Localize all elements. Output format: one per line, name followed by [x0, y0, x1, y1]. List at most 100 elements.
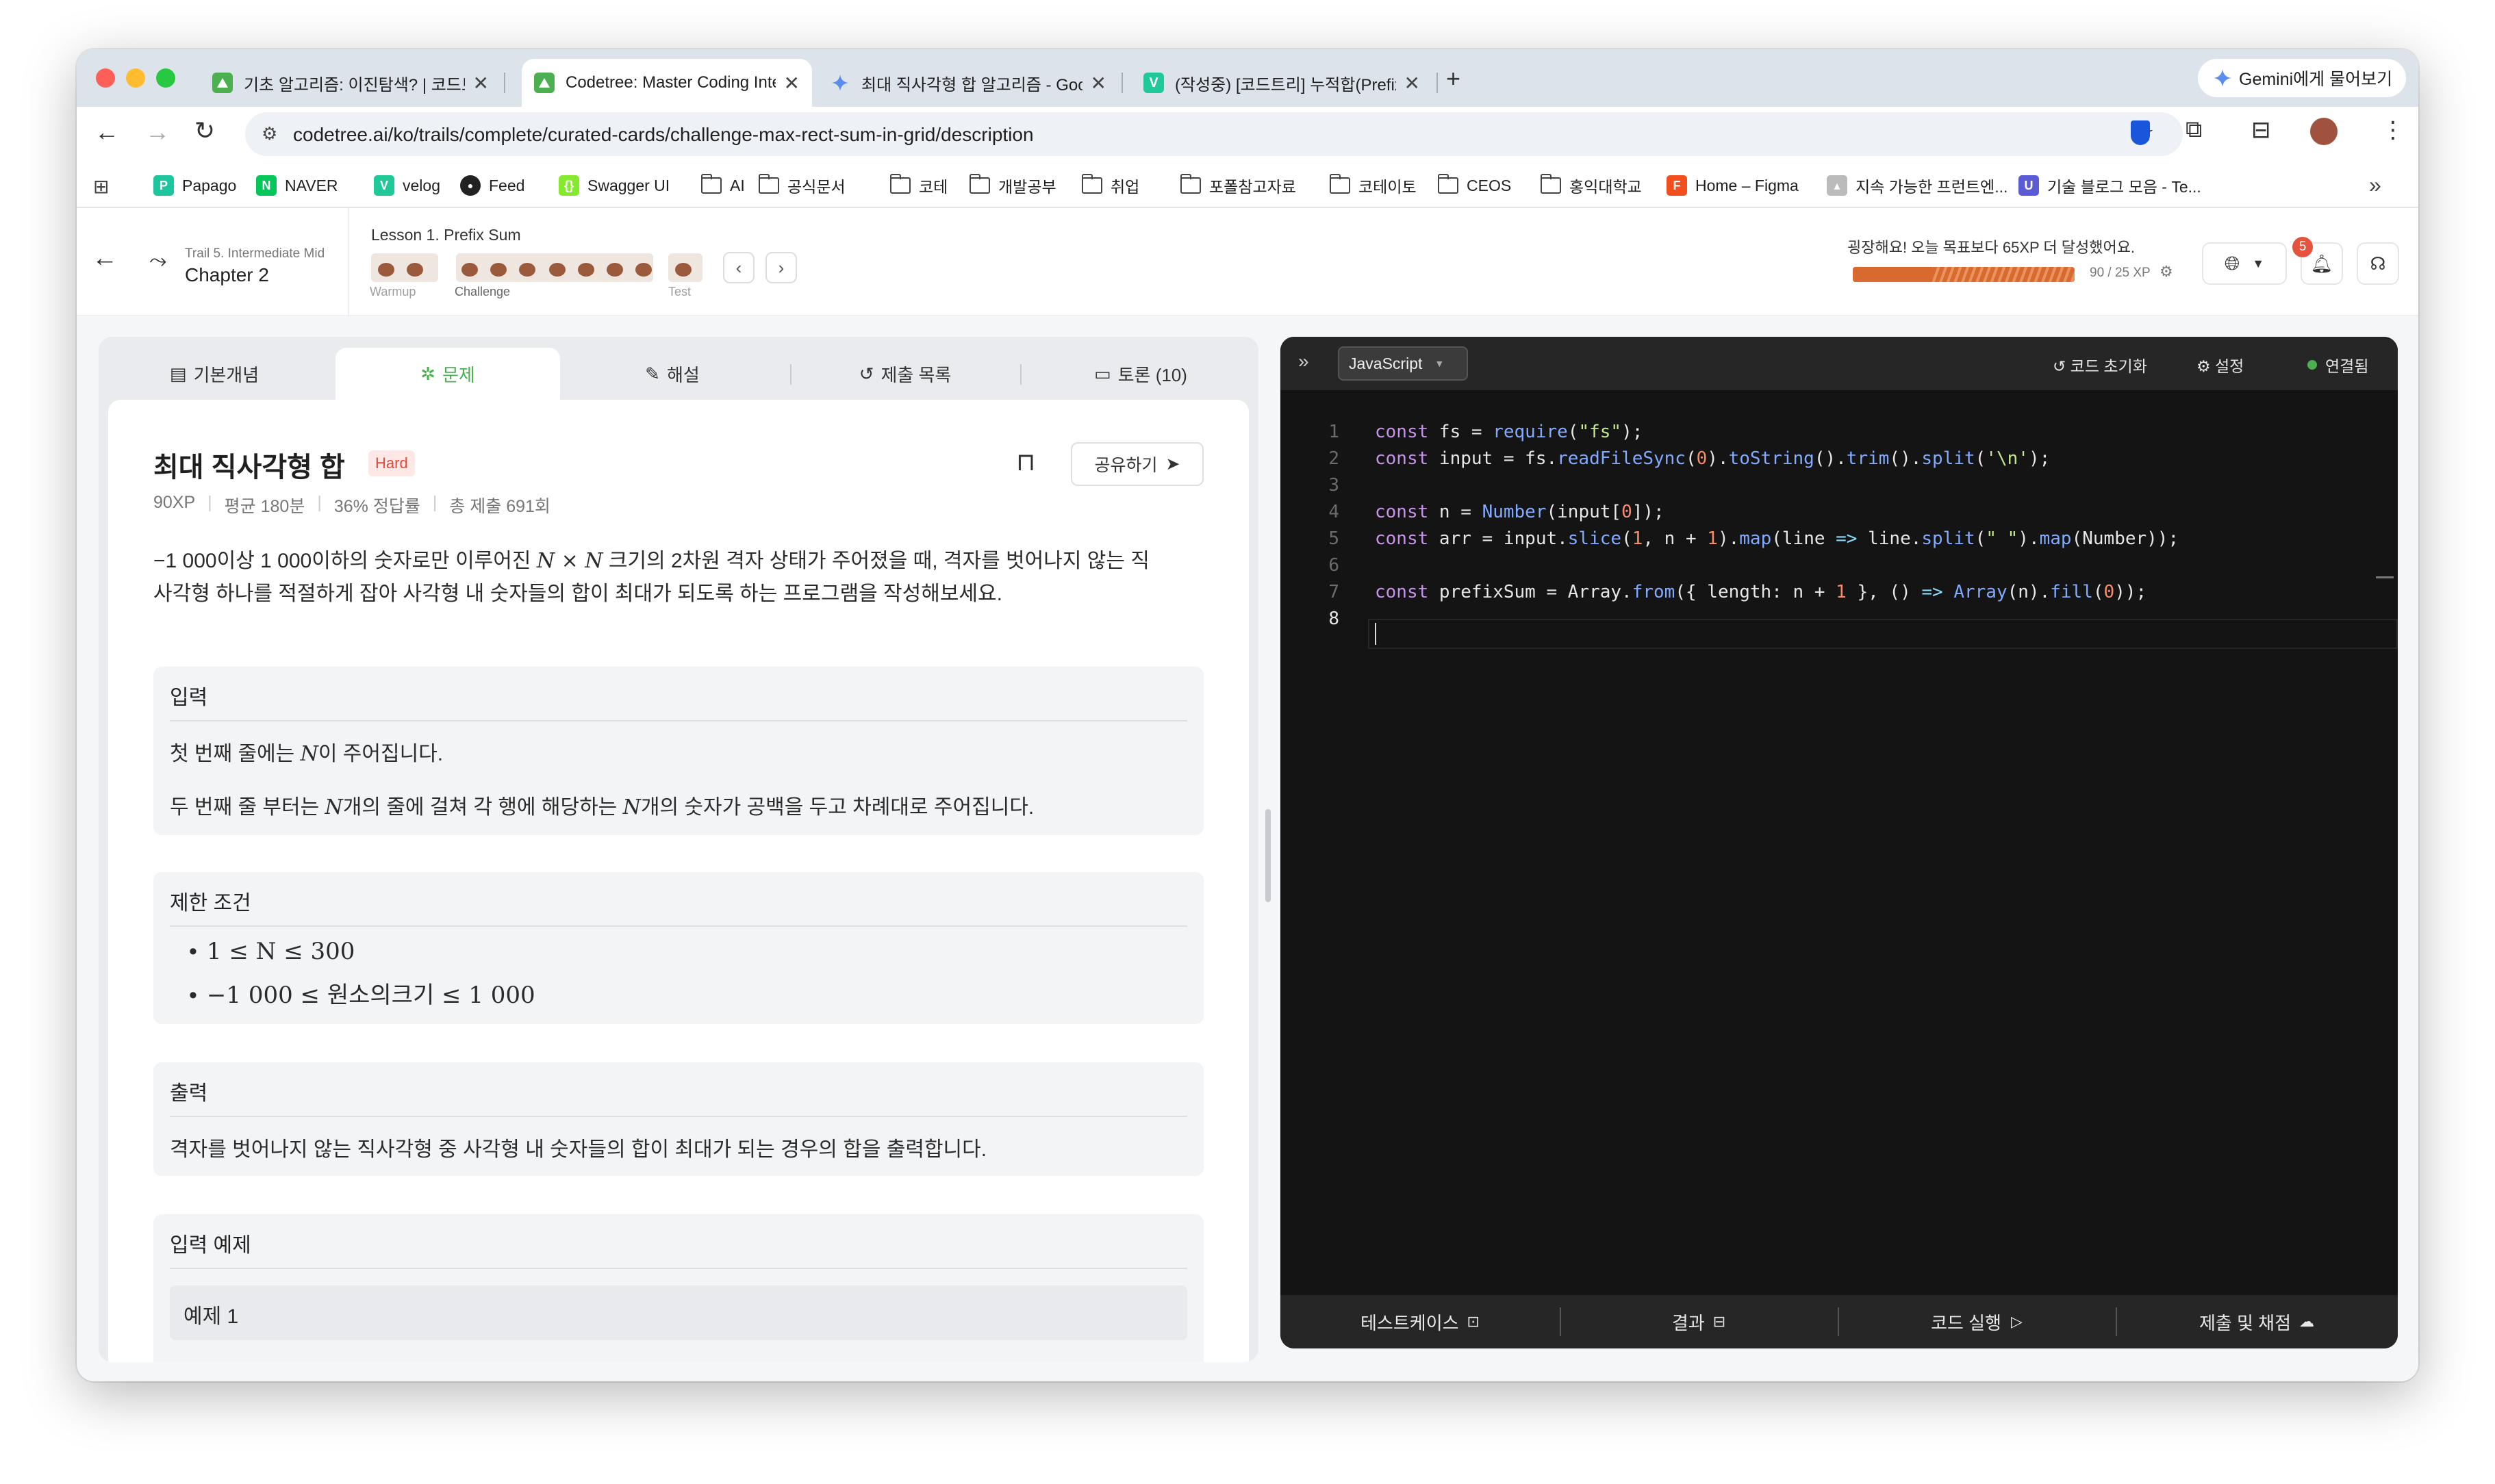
- editor-action-bar: 테스트케이스 ⊡ 결과 ⊟ 코드 실행 ▷ 제출 및 채점 ☁: [1280, 1295, 2398, 1348]
- bookmark-2[interactable]: N NAVER: [256, 174, 338, 197]
- minimize-window-button[interactable]: [126, 68, 145, 88]
- bookmark-14[interactable]: 홍익대학교: [1540, 174, 1642, 197]
- tab-problem[interactable]: ✲ 문제: [335, 348, 560, 400]
- url-text[interactable]: codetree.ai/ko/trails/complete/curated-c…: [293, 124, 1034, 146]
- close-tab-icon[interactable]: ✕: [784, 72, 800, 94]
- browser-tab-2[interactable]: Codetree: Master Coding Interviews ✕: [522, 59, 812, 107]
- reset-code-button[interactable]: ↺ 코드 초기화: [2053, 353, 2147, 376]
- tab-title: (작성중) [코드트리] 누적합(Prefix: [1175, 75, 1396, 94]
- support-button[interactable]: ☊: [2357, 242, 2399, 285]
- more-bookmarks-icon[interactable]: »: [2369, 172, 2381, 198]
- problem-meta: 90XP | 평균 180분 | 36% 정답률 | 총 제출 691회: [153, 493, 550, 516]
- bookmark-label: 포폴참고자료: [1209, 178, 1296, 196]
- bookmark-label: 취업: [1111, 178, 1140, 196]
- shield-extension-icon[interactable]: [2131, 120, 2150, 145]
- code-line[interactable]: const input = fs.readFileSync(0).toStrin…: [1375, 448, 2050, 469]
- code-line[interactable]: const n = Number(input[0]);: [1375, 502, 1664, 522]
- settings-button[interactable]: ⚙ 설정: [2196, 353, 2244, 376]
- tab-concepts[interactable]: ▤ 기본개념: [99, 348, 330, 400]
- bookmark-6[interactable]: AI: [700, 174, 745, 197]
- code-line[interactable]: const prefixSum = Array.from({ length: n…: [1375, 582, 2146, 602]
- goal-message: 굉장해요! 오늘 목표보다 65XP 더 달성했어요.: [1847, 239, 2136, 256]
- bookmark-12[interactable]: 코테이토: [1329, 174, 1417, 197]
- section-heading: 제한 조건: [170, 892, 251, 914]
- back-button[interactable]: ←: [94, 118, 119, 146]
- gemini-icon: [2214, 69, 2231, 87]
- output-section: 출력 격자를 벗어나지 않는 직사각형 중 사각형 내 숫자들의 합이 최대가 …: [153, 1062, 1204, 1176]
- cloud-upload-icon: ☁: [2299, 1313, 2315, 1330]
- line-number: 7: [1328, 582, 1339, 602]
- bookmark-16[interactable]: ▴ 지속 가능한 프런트엔...: [1827, 174, 2008, 197]
- difficulty-badge: Hard: [368, 450, 415, 476]
- browser-window: 기초 알고리즘: 이진탐색? | 코드트리 ✕ Codetree: Master…: [77, 49, 2418, 1381]
- testcase-button[interactable]: 테스트케이스 ⊡: [1280, 1295, 1560, 1348]
- bookmark-label: 지속 가능한 프런트엔...: [1856, 178, 2008, 196]
- bookmark-7[interactable]: 공식문서: [758, 174, 846, 197]
- bookmark-13[interactable]: CEOS: [1437, 174, 1511, 197]
- next-card-button[interactable]: ›: [765, 252, 797, 283]
- address-bar[interactable]: ⚙ codetree.ai/ko/trails/complete/curated…: [245, 112, 2183, 156]
- gemini-button[interactable]: Gemini에게 물어보기: [2198, 59, 2406, 97]
- language-select[interactable]: 🌐︎ ▼: [2202, 242, 2287, 285]
- bookmark-icon[interactable]: ⊓: [1016, 448, 1035, 476]
- xp-settings-icon[interactable]: ⚙: [2160, 263, 2173, 281]
- bookmark-9[interactable]: 개발공부: [969, 174, 1056, 197]
- tab-discussion[interactable]: ▭ 토론 (10): [1023, 348, 1258, 400]
- browser-toolbar: ← → ↻ ⚙ codetree.ai/ko/trails/complete/c…: [77, 107, 2418, 163]
- bookmark-label: 홍익대학교: [1569, 178, 1642, 196]
- document-icon: ▤: [169, 363, 187, 384]
- reload-button[interactable]: ↻: [194, 116, 215, 145]
- chevron-down-icon: ▼: [2252, 256, 2265, 270]
- bookmark-4[interactable]: ● Feed: [460, 174, 524, 197]
- code-line[interactable]: const fs = require("fs");: [1375, 422, 1643, 442]
- prev-card-button[interactable]: ‹: [723, 252, 755, 283]
- submit-button[interactable]: 제출 및 채점 ☁: [2116, 1295, 2398, 1348]
- bookmark-label: AI: [730, 176, 745, 194]
- bookmark-1[interactable]: P Papago: [153, 174, 236, 197]
- forward-button[interactable]: →: [145, 118, 170, 146]
- scrollbar-marker[interactable]: [2376, 576, 2394, 578]
- code-line[interactable]: const arr = input.slice(1, n + 1).map(li…: [1375, 528, 2179, 549]
- bookmark-8[interactable]: 코테: [889, 174, 948, 197]
- bookmark-15[interactable]: F Home – Figma: [1667, 174, 1799, 197]
- stage-card-icon: [578, 263, 594, 277]
- browser-tab-3[interactable]: 최대 직사각형 합 알고리즘 - Google ✕: [818, 59, 1119, 107]
- back-arrow-icon[interactable]: ←: [92, 244, 118, 273]
- close-tab-icon[interactable]: ✕: [1091, 72, 1106, 94]
- history-icon: ↺: [859, 363, 874, 384]
- menu-icon[interactable]: ⋮: [2381, 116, 2405, 144]
- new-tab-button[interactable]: +: [1446, 64, 1460, 93]
- close-tab-icon[interactable]: ✕: [473, 72, 489, 94]
- share-button[interactable]: 공유하기 ➤: [1071, 442, 1204, 486]
- tab-search-icon[interactable]: ⊟: [2251, 116, 2271, 144]
- result-button[interactable]: 결과 ⊟: [1560, 1295, 1838, 1348]
- close-tab-icon[interactable]: ✕: [1404, 72, 1420, 94]
- collapse-panel-icon[interactable]: »: [1298, 350, 1309, 372]
- browser-tab-4[interactable]: V (작성중) [코드트리] 누적합(Prefix ✕: [1131, 59, 1432, 107]
- bookmark-10[interactable]: 취업: [1081, 174, 1140, 197]
- stage-label: Warmup: [370, 285, 416, 298]
- bookmark-label: 개발공부: [998, 178, 1056, 196]
- run-code-button[interactable]: 코드 실행 ▷: [1838, 1295, 2116, 1348]
- browser-tab-1[interactable]: 기초 알고리즘: 이진탐색? | 코드트리 ✕: [200, 59, 501, 107]
- folder-icon: [1437, 174, 1458, 194]
- maximize-window-button[interactable]: [156, 68, 175, 88]
- apps-grid-icon[interactable]: ⊞: [93, 175, 109, 198]
- extensions-icon[interactable]: ⧉: [2186, 116, 2202, 143]
- panel-resize-handle[interactable]: [1265, 809, 1271, 902]
- tab-solution[interactable]: ✎ 해설: [560, 348, 785, 400]
- section-heading: 출력: [170, 1082, 208, 1105]
- bookmark-11[interactable]: 포폴참고자료: [1180, 174, 1296, 197]
- tab-submissions[interactable]: ↺ 제출 목록: [793, 348, 1017, 400]
- bookmark-5[interactable]: {} Swagger UI: [559, 174, 670, 197]
- bookmark-3[interactable]: Vvelog: [374, 174, 440, 197]
- profile-avatar[interactable]: [2310, 118, 2338, 145]
- constraint-1: • 1 ≤ N ≤ 300: [189, 938, 355, 965]
- site-settings-icon[interactable]: ⚙: [262, 123, 277, 144]
- bookmark-17[interactable]: U 기술 블로그 모음 - Te...: [2018, 174, 2201, 197]
- input-line-2: 두 번째 줄 부터는 N개의 줄에 걸쳐 각 행에 해당하는 N개의 숫자가 공…: [170, 795, 1035, 819]
- stage-label: Challenge: [455, 285, 511, 298]
- close-window-button[interactable]: [96, 68, 115, 88]
- stage-card-icon: [378, 263, 394, 277]
- language-select[interactable]: JavaScript ▼: [1338, 346, 1468, 381]
